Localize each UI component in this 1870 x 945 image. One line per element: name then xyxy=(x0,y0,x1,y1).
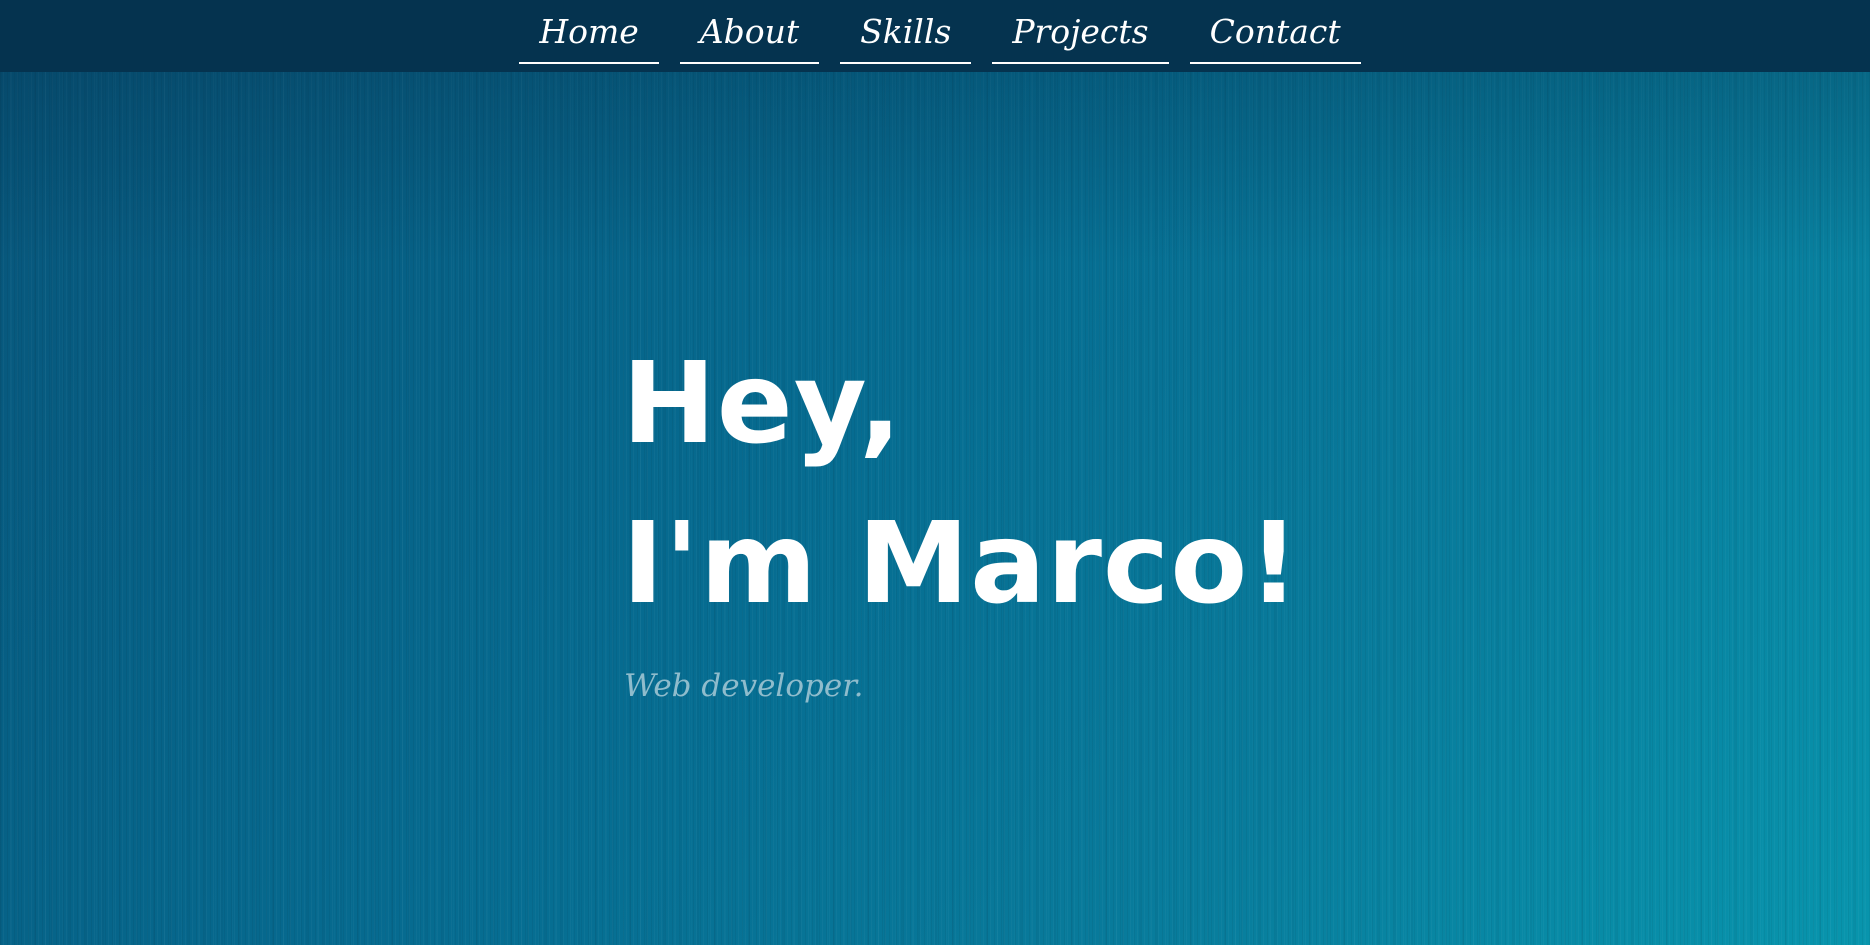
hero-section: Hey, I'm Marco! Web developer. xyxy=(0,72,1870,945)
hero-heading: Hey, I'm Marco! xyxy=(622,324,1300,644)
nav-link-home[interactable]: Home xyxy=(519,12,659,64)
top-navbar: Home About Skills Projects Contact xyxy=(0,0,1870,72)
nav-link-about[interactable]: About xyxy=(679,12,820,64)
nav-link-projects[interactable]: Projects xyxy=(992,12,1169,64)
hero-subtitle: Web developer. xyxy=(624,668,864,704)
nav-link-contact[interactable]: Contact xyxy=(1189,12,1361,64)
hero-content: Hey, I'm Marco! Web developer. xyxy=(622,324,1300,706)
nav-menu: Home About Skills Projects Contact xyxy=(519,12,1361,64)
hero-greeting: Hey, xyxy=(622,339,903,469)
page: Home About Skills Projects Contact Hey, … xyxy=(0,0,1870,945)
hero-name: I'm Marco! xyxy=(622,499,1301,629)
nav-link-skills[interactable]: Skills xyxy=(840,12,972,64)
